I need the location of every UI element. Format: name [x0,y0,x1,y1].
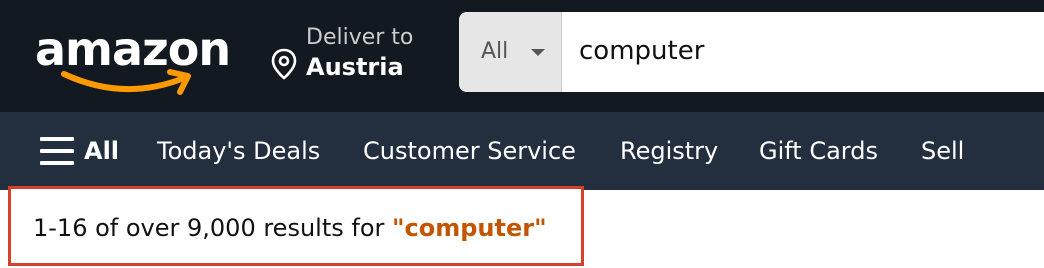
nav-all-menu[interactable]: All [84,134,119,168]
deliver-to-country: Austria [306,53,404,81]
search-input[interactable] [579,32,1039,70]
results-query-term: "computer" [392,214,547,242]
nav-bar: All Today's Deals Customer Service Regis… [0,112,1044,190]
deliver-to-label: Deliver to [306,25,414,50]
nav-item-gift-cards[interactable]: Gift Cards [759,134,878,168]
amazon-logo[interactable]: amazon [30,14,240,95]
logo-smile-icon [61,69,191,95]
search-bar: All [459,12,1044,92]
nav-item-todays-deals[interactable]: Today's Deals [157,134,320,168]
location-pin-icon [271,48,297,80]
nav-item-sell[interactable]: Sell [921,134,964,168]
top-header: amazon Deliver to Austria All [0,0,1044,112]
nav-item-registry[interactable]: Registry [620,134,718,168]
nav-item-customer-service[interactable]: Customer Service [363,134,576,168]
deliver-to-location[interactable]: Deliver to Austria [266,22,426,88]
results-summary-box: 1-16 of over 9,000 results for "computer… [8,186,584,266]
chevron-down-icon [531,49,545,56]
hamburger-menu-icon[interactable] [40,137,74,165]
search-category-label: All [481,39,509,64]
search-category-dropdown[interactable]: All [459,12,562,92]
results-summary: 1-16 of over 9,000 results for "computer… [33,213,547,243]
results-count-text: 1-16 of over 9,000 results for [33,214,385,242]
